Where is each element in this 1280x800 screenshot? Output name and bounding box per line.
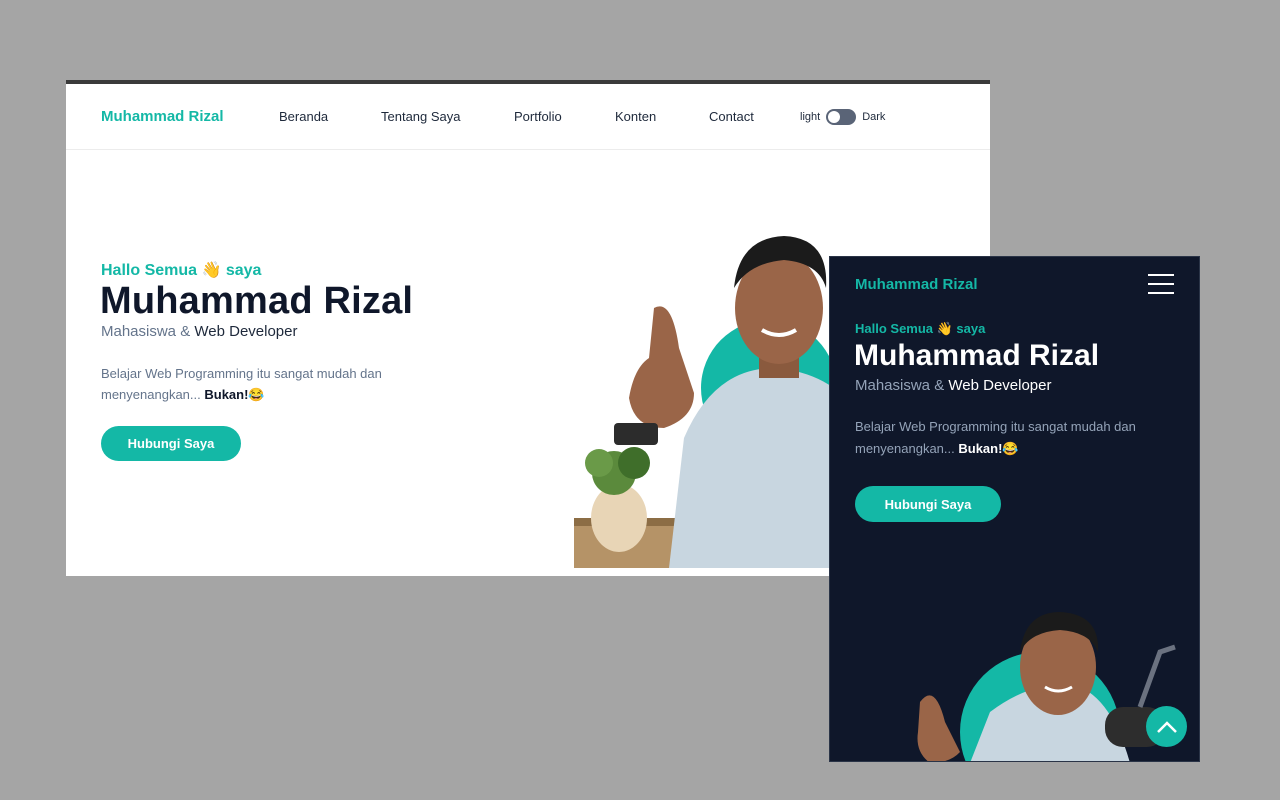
theme-toggle-group: light Dark (800, 108, 886, 125)
mobile-hero-description: Belajar Web Programming itu sangat mudah… (855, 416, 1175, 460)
desc-bold: Bukan! (204, 387, 249, 402)
mobile-profile-photo (917, 612, 1176, 761)
toggle-knob (828, 110, 841, 123)
nav-link-tentang-saya[interactable]: Tentang Saya (381, 109, 461, 124)
mobile-role-main: Web Developer (948, 377, 1052, 394)
light-label: light (800, 110, 821, 123)
dark-mode-toggle[interactable] (826, 108, 857, 125)
mobile-brand-logo[interactable]: Muhammad Rizal (855, 276, 978, 293)
scroll-to-top-button[interactable] (1146, 706, 1187, 747)
hero-greeting: Hallo Semua 👋 saya (101, 262, 262, 279)
nav-link-portfolio[interactable]: Portfolio (514, 109, 562, 124)
nav-link-konten[interactable]: Konten (615, 109, 656, 124)
brand-logo[interactable]: Muhammad Rizal (101, 108, 224, 125)
laughing-emoji: 😂 (248, 387, 265, 402)
mobile-desc-bold: Bukan! (958, 441, 1003, 456)
navbar: Muhammad Rizal Beranda Tentang Saya Port… (66, 84, 990, 150)
hero-role: Mahasiswa & Web Developer (101, 323, 298, 340)
contact-button[interactable]: Hubungi Saya (101, 426, 241, 461)
mobile-hero-name: Muhammad Rizal (854, 339, 1100, 372)
hamburger-menu-icon[interactable] (1148, 274, 1174, 294)
role-main: Web Developer (194, 323, 298, 340)
mobile-mockup: Muhammad Rizal Hallo Semua 👋 saya Muhamm… (829, 256, 1200, 762)
nav-link-beranda[interactable]: Beranda (279, 109, 328, 124)
hero-description: Belajar Web Programming itu sangat mudah… (101, 363, 401, 405)
hero-name: Muhammad Rizal (100, 280, 414, 322)
dark-label: Dark (862, 110, 886, 123)
mobile-role-prefix: Mahasiswa & (855, 377, 949, 394)
mobile-contact-button[interactable]: Hubungi Saya (855, 486, 1001, 522)
mobile-hero-greeting: Hallo Semua 👋 saya (855, 321, 986, 336)
mobile-hero-role: Mahasiswa & Web Developer (855, 377, 1052, 394)
mobile-laughing-emoji: 😂 (1002, 441, 1019, 456)
chevron-up-icon (1156, 720, 1177, 733)
nav-link-contact[interactable]: Contact (709, 109, 754, 124)
role-prefix: Mahasiswa & (101, 323, 195, 340)
